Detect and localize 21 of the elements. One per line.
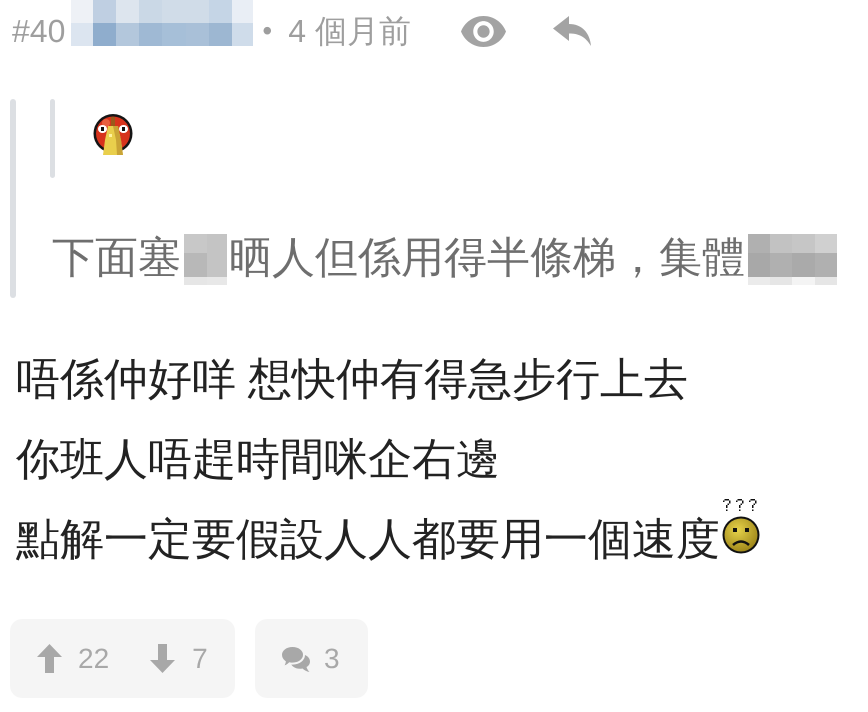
body-text-line: 點解一定要假設人人都要用一個速度 <box>16 514 720 566</box>
arrow-down-icon <box>150 644 176 673</box>
comments-button[interactable]: 3 <box>255 619 368 698</box>
pixelated-word-drawing <box>184 234 227 285</box>
post-time: 4 個月前 <box>288 12 411 51</box>
reply-button[interactable] <box>552 16 591 46</box>
bullet-separator: • <box>262 14 272 48</box>
arrow-up-icon <box>37 644 62 673</box>
speech-bubbles-icon <box>280 645 310 672</box>
upvote-button[interactable]: 22 <box>37 642 110 676</box>
quote-text: 晒人但係用得半條梯，集體 <box>229 233 745 284</box>
reply-icon <box>552 16 591 46</box>
body-text-line: 唔係仲好咩 想快仲有得急步行上去 <box>16 354 688 406</box>
body-text-line: 你班人唔趕時間咪企右邊 <box>16 434 500 486</box>
eye-icon <box>460 16 506 46</box>
downvote-button[interactable]: 7 <box>150 642 208 676</box>
quote-text: 下面塞 <box>52 233 181 284</box>
view-button[interactable] <box>460 16 506 46</box>
bird-emoji-icon <box>93 114 133 155</box>
confused-face-emoji-icon <box>722 498 760 554</box>
post-number: #40 <box>12 12 66 51</box>
